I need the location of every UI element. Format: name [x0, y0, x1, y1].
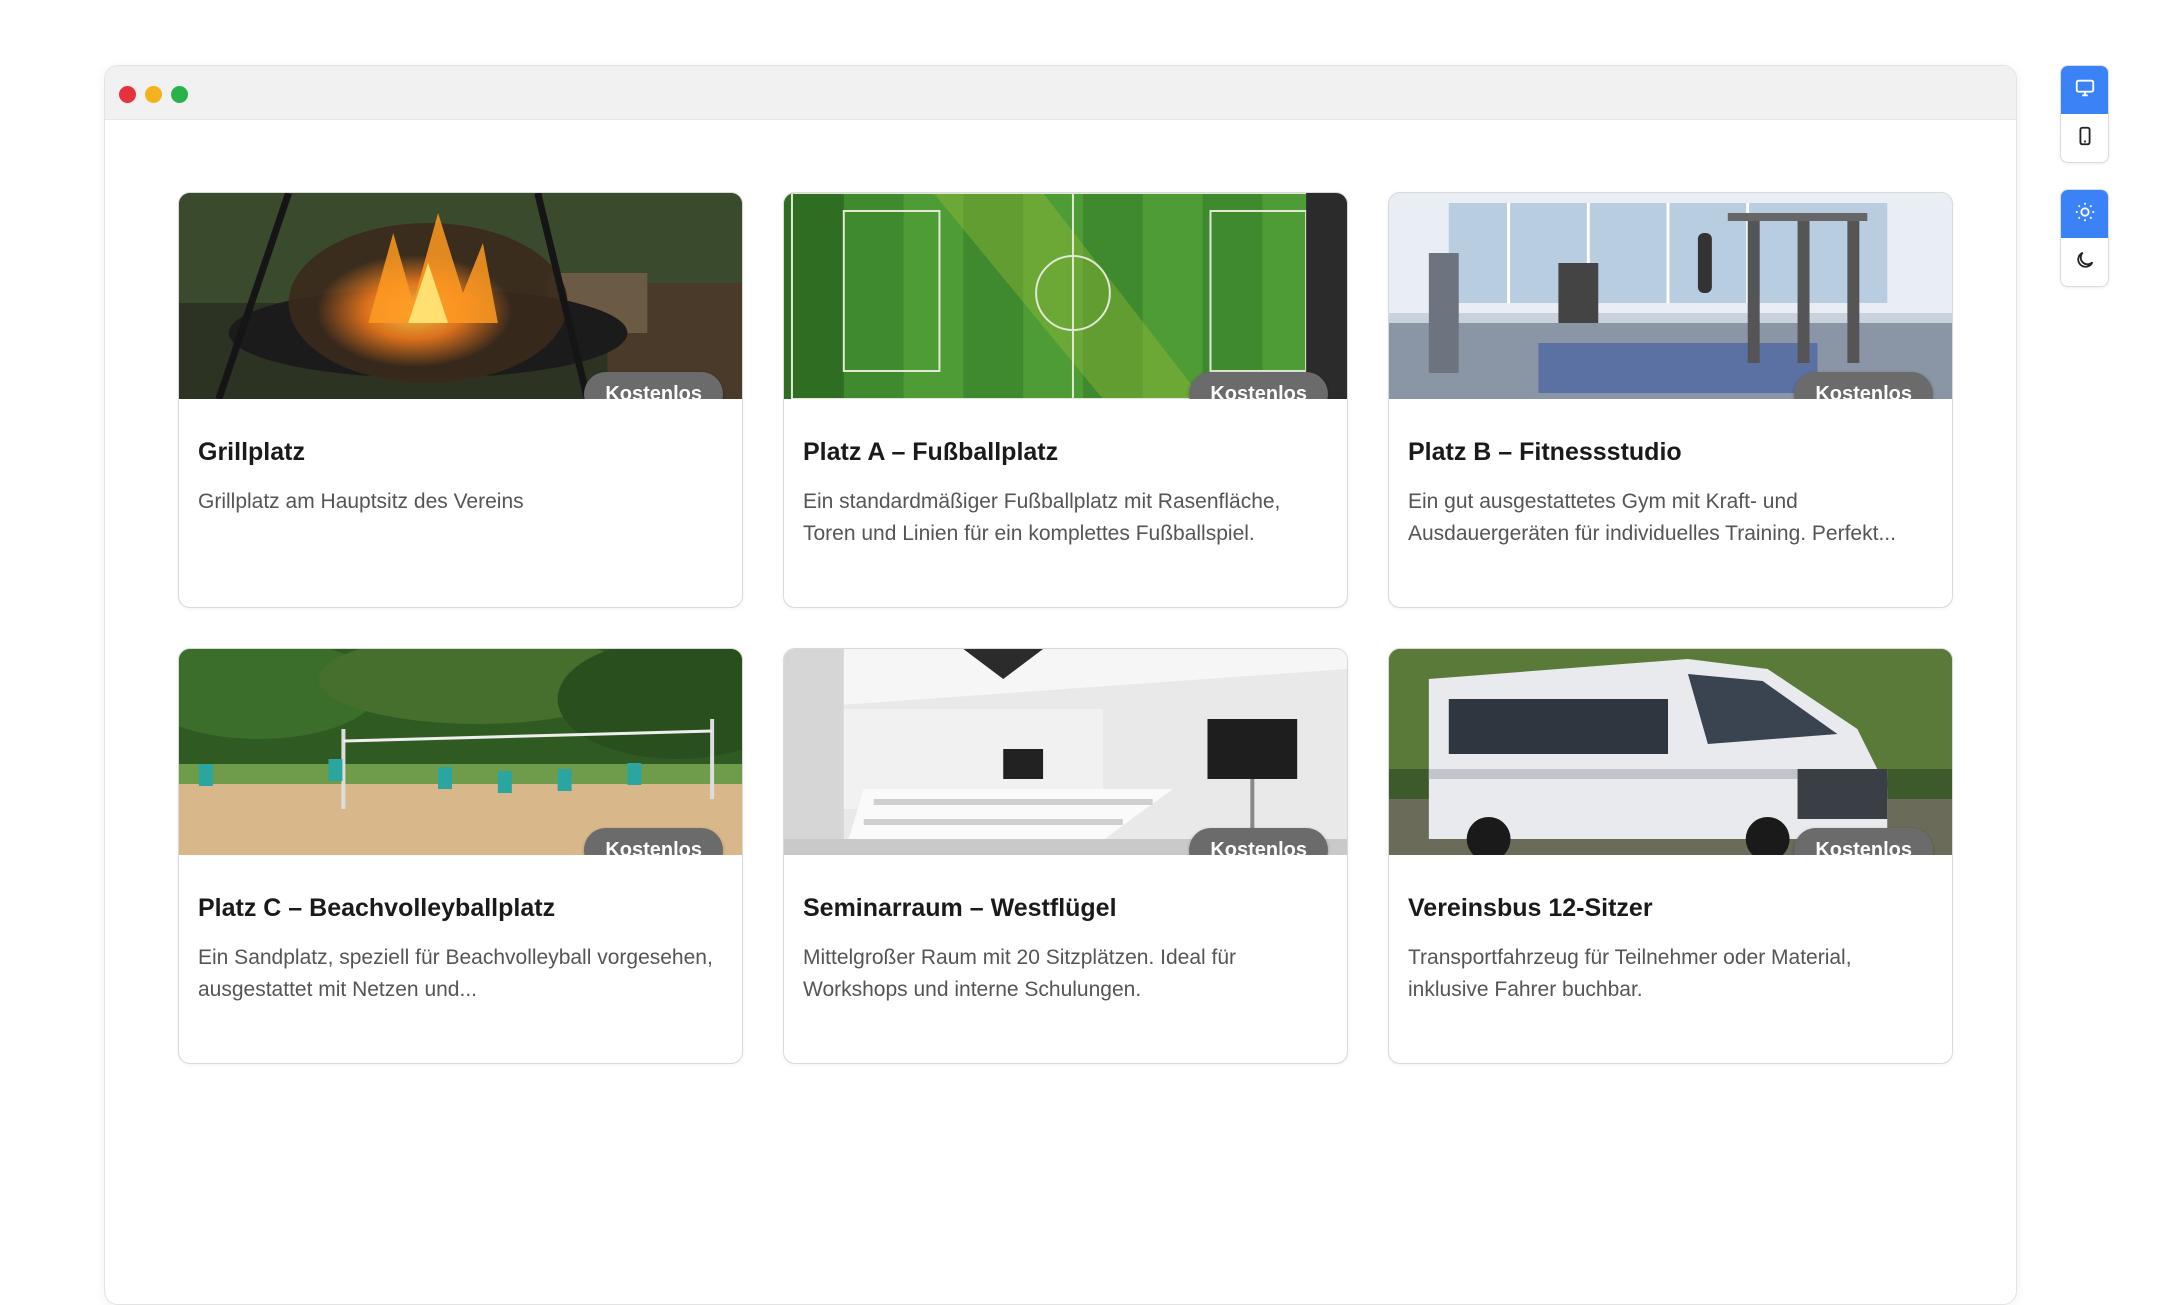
price-badge: Kostenlos	[1189, 828, 1328, 855]
theme-toggle	[2060, 189, 2109, 287]
browser-window: Kostenlos Grillplatz Grillplatz am Haupt…	[104, 65, 2017, 1305]
card-description: Ein Sandplatz, speziell für Beachvolleyb…	[198, 946, 713, 1001]
gym-interior-photo: Kostenlos	[1389, 193, 1952, 399]
sun-icon	[2074, 201, 2096, 228]
close-window-button[interactable]	[119, 86, 136, 103]
resource-card[interactable]: Kostenlos Vereinsbus 12-Sitzer Transport…	[1388, 648, 1953, 1064]
beach-volleyball-photo: Kostenlos	[179, 649, 742, 855]
dark-theme-button[interactable]	[2061, 238, 2108, 286]
desktop-view-button[interactable]	[2061, 66, 2108, 114]
seminar-room-photo: Kostenlos	[784, 649, 1347, 855]
card-description: Ein standardmäßiger Fußballplatz mit Ras…	[803, 490, 1281, 545]
moon-icon	[2074, 249, 2096, 276]
price-badge: Kostenlos	[1794, 372, 1933, 399]
view-mode-toggle	[2060, 65, 2109, 163]
resource-card[interactable]: Kostenlos Platz C – Beachvolleyballplatz…	[178, 648, 743, 1064]
window-titlebar	[105, 66, 2016, 120]
mobile-view-button[interactable]	[2061, 114, 2108, 162]
mobile-icon	[2074, 125, 2096, 152]
white-van-photo: Kostenlos	[1389, 649, 1952, 855]
football-field-aerial-photo: Kostenlos	[784, 193, 1347, 399]
card-title: Grillplatz	[198, 438, 305, 466]
price-badge: Kostenlos	[1794, 828, 1933, 855]
price-badge: Kostenlos	[584, 372, 723, 399]
resource-card[interactable]: Kostenlos Seminarraum – Westflügel Mitte…	[783, 648, 1348, 1064]
card-title: Platz B – Fitnessstudio	[1408, 438, 1682, 466]
card-title: Vereinsbus 12-Sitzer	[1408, 894, 1653, 922]
card-description: Grillplatz am Hauptsitz des Vereins	[198, 490, 524, 513]
desktop-icon	[2074, 77, 2096, 104]
light-theme-button[interactable]	[2061, 190, 2108, 238]
resource-card[interactable]: Kostenlos Platz B – Fitnessstudio Ein gu…	[1388, 192, 1953, 608]
card-description: Transportfahrzeug für Teilnehmer oder Ma…	[1408, 946, 1852, 1001]
card-description: Mittelgroßer Raum mit 20 Sitzplätzen. Id…	[803, 946, 1237, 1001]
price-badge: Kostenlos	[584, 828, 723, 855]
resource-card[interactable]: Kostenlos Grillplatz Grillplatz am Haupt…	[178, 192, 743, 608]
card-title: Platz C – Beachvolleyballplatz	[198, 894, 556, 922]
card-description: Ein gut ausgestattetes Gym mit Kraft- un…	[1408, 490, 1896, 545]
resource-card[interactable]: Kostenlos Platz A – Fußballplatz Ein sta…	[783, 192, 1348, 608]
card-title: Seminarraum – Westflügel	[803, 894, 1117, 922]
campfire-grill-photo: Kostenlos	[179, 193, 742, 399]
minimize-window-button[interactable]	[145, 86, 162, 103]
maximize-window-button[interactable]	[171, 86, 188, 103]
price-badge: Kostenlos	[1189, 372, 1328, 399]
card-title: Platz A – Fußballplatz	[803, 438, 1059, 466]
